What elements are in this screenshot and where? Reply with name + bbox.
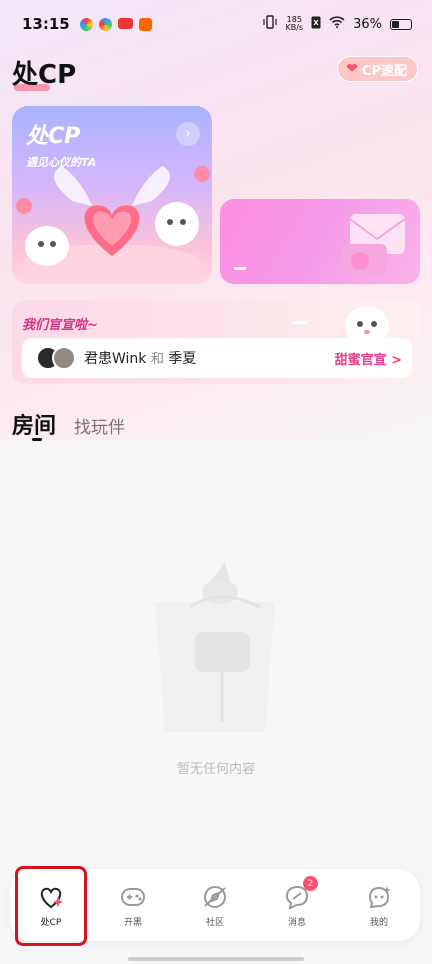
vibrate-icon xyxy=(263,15,278,33)
network-speed-unit: KB/s xyxy=(285,23,304,32)
empty-state-message: 暂无任何内容 xyxy=(176,762,255,777)
app-notification-icon xyxy=(117,17,133,29)
card-pager-dash xyxy=(234,267,246,270)
status-time: 13:15 xyxy=(22,15,70,33)
cp-match-label: CP速配 xyxy=(361,63,407,79)
cp-feature-card[interactable]: 处CP 遇见心仪的TA › xyxy=(12,106,212,284)
love-letter-card[interactable] xyxy=(220,199,420,284)
page-title: 处CP xyxy=(12,60,77,90)
announcement-row[interactable]: 君患Wink 和 季夏 甜蜜官宣 > xyxy=(22,338,412,378)
feature-card-slogan: 遇见心仪的TA xyxy=(26,156,97,169)
chat-bubble-icon: 2 xyxy=(282,876,318,912)
nav-label-me: 我的 xyxy=(369,918,388,928)
nav-item-play[interactable]: 开黑 xyxy=(92,869,174,941)
active-tab-indicator xyxy=(32,438,42,441)
avatar xyxy=(52,346,76,370)
tab-rooms-label: 房间 xyxy=(12,414,57,439)
nav-label-community: 社区 xyxy=(205,918,224,928)
network-speed: 185 KB/s xyxy=(285,16,303,32)
compass-icon xyxy=(200,882,230,912)
feature-card-brand: 处CP xyxy=(26,124,81,149)
app-notification-icon xyxy=(98,17,112,31)
nav-label-messages: 消息 xyxy=(287,918,306,928)
robot-face-icon xyxy=(364,882,394,912)
battery-icon xyxy=(390,18,412,30)
status-app-icons xyxy=(79,17,152,31)
bottom-nav: 处CP 开黑 社区 2 消息 我的 xyxy=(10,869,420,941)
nav-label-play: 开黑 xyxy=(123,918,142,928)
status-bar: 13:15 185 KB/s 36% xyxy=(0,0,432,48)
wifi-icon xyxy=(329,16,345,32)
status-indicators: 185 KB/s 36% xyxy=(263,15,412,33)
heart-icon: ❤ xyxy=(346,61,358,77)
nav-label-cp: 处CP xyxy=(40,918,62,928)
couple-joiner: 和 xyxy=(150,352,164,367)
love-letter-illustration xyxy=(342,214,406,274)
app-notification-icon xyxy=(79,17,93,31)
sweet-announcement-link[interactable]: 甜蜜官宣 > xyxy=(335,349,402,368)
couple-name-a: 君患Wink xyxy=(84,351,147,367)
nav-item-cp[interactable]: 处CP xyxy=(10,869,92,941)
nav-item-messages[interactable]: 2 消息 xyxy=(256,869,338,941)
cp-match-button[interactable]: ❤ CP速配 xyxy=(337,56,418,82)
battery-percent: 36% xyxy=(353,16,382,32)
couple-names: 君患Wink 和 季夏 xyxy=(84,348,196,368)
empty-state-illustration xyxy=(155,562,275,732)
announcement-title: 我们官宣啦~ xyxy=(22,318,98,333)
announcement-banner[interactable]: 我们官宣啦~ 君患Wink 和 季夏 甜蜜官宣 > xyxy=(12,300,420,384)
message-badge: 2 xyxy=(303,876,318,891)
heart-sparkle-icon xyxy=(36,882,66,912)
home-indicator[interactable] xyxy=(128,957,304,961)
gamepad-icon xyxy=(118,882,148,912)
tab-find-playmate[interactable]: 找玩伴 xyxy=(74,413,125,440)
empty-state: 暂无任何内容 xyxy=(0,540,432,800)
content-tabs: 房间 找玩伴 xyxy=(12,404,125,441)
tab-rooms[interactable]: 房间 xyxy=(12,408,57,441)
nav-item-me[interactable]: 我的 xyxy=(338,869,420,941)
nav-item-community[interactable]: 社区 xyxy=(174,869,256,941)
chevron-right-icon[interactable]: › xyxy=(176,122,200,146)
no-sim-icon xyxy=(311,16,321,33)
header: 处CP ❤ CP速配 xyxy=(0,50,432,94)
announcement-pager-dash xyxy=(292,321,308,324)
couple-name-b: 季夏 xyxy=(168,351,197,367)
app-notification-icon xyxy=(138,17,152,31)
